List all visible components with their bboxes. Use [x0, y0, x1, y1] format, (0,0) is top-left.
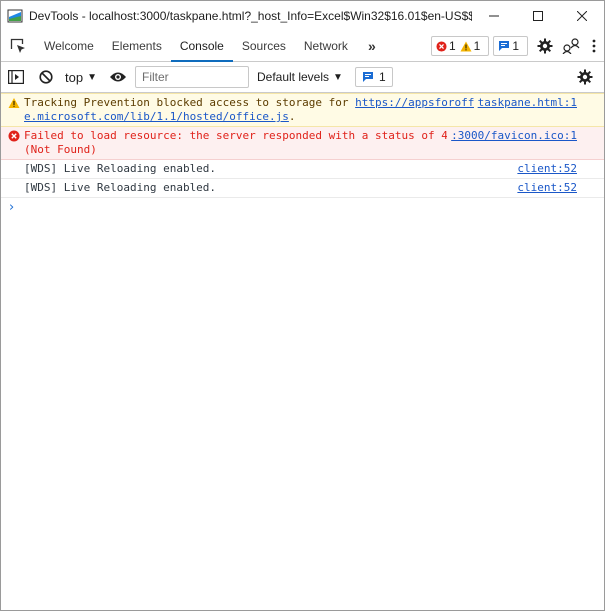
caret-down-icon: ▼: [333, 71, 343, 83]
log-text: [WDS] Live Reloading enabled.: [24, 162, 217, 175]
warning-triangle-icon: [8, 98, 20, 108]
settings-button[interactable]: [532, 33, 558, 59]
office-js-link-part2[interactable]: e.microsoft.com/lib/1.1/hosted/office.js: [24, 110, 289, 123]
warning-count: 1: [473, 39, 481, 53]
console-log-message[interactable]: [WDS] Live Reloading enabled. client:52: [1, 160, 604, 179]
more-tabs-button[interactable]: »: [357, 31, 387, 61]
inspect-icon: [10, 38, 25, 53]
message-icon: [362, 72, 373, 82]
tab-label: Sources: [241, 39, 286, 53]
console-prompt[interactable]: ›: [1, 198, 604, 216]
tab-label: Welcome: [44, 39, 94, 53]
console-log-message[interactable]: [WDS] Live Reloading enabled. client:52: [1, 179, 604, 198]
gear-icon: [577, 69, 593, 85]
console-settings-button[interactable]: [572, 64, 598, 90]
caret-down-icon: ▼: [87, 71, 97, 83]
toggle-sidebar-button[interactable]: [3, 64, 29, 90]
warning-text-after: .: [288, 110, 296, 123]
maximize-button[interactable]: [516, 1, 560, 31]
warning-text-before: Tracking Prevention blocked access to st…: [24, 96, 356, 109]
clear-console-button[interactable]: [33, 64, 59, 90]
tab-elements[interactable]: Elements: [103, 31, 171, 61]
tab-label: Elements: [111, 39, 162, 53]
error-source-link[interactable]: :3000/favicon.ico:1: [447, 129, 577, 143]
console-error-message[interactable]: Failed to load resource: the server resp…: [1, 127, 604, 160]
log-source-link[interactable]: client:52: [513, 162, 577, 176]
error-circle-icon: [8, 130, 20, 142]
sidebar-play-icon: [8, 70, 24, 84]
log-source-link[interactable]: client:52: [513, 181, 577, 195]
log-text: [WDS] Live Reloading enabled.: [24, 181, 217, 194]
tab-sources[interactable]: Sources: [233, 31, 295, 61]
tab-bar-actions: 1 1 1: [430, 31, 604, 61]
issues-message-count: 1: [378, 70, 386, 84]
vertical-ellipsis-icon: [592, 39, 596, 53]
tab-console[interactable]: Console: [170, 31, 233, 62]
double-chevron-right-icon: »: [368, 38, 376, 54]
customize-devtools-button[interactable]: [558, 33, 584, 59]
eye-icon: [109, 72, 126, 82]
context-selector[interactable]: top ▼: [61, 70, 101, 85]
gear-icon: [537, 38, 553, 54]
tab-welcome[interactable]: Welcome: [35, 31, 103, 61]
context-value: top: [65, 69, 84, 85]
console-toolbar: top ▼ Default levels ▼ 1: [1, 62, 604, 93]
title-bar[interactable]: DevTools - localhost:3000/taskpane.html?…: [1, 1, 604, 31]
office-js-link-part1[interactable]: https://appsforoffic: [355, 96, 487, 109]
devtools-window: DevTools - localhost:3000/taskpane.html?…: [0, 0, 605, 611]
tab-label: Network: [303, 39, 348, 53]
issues-message-button[interactable]: 1: [354, 67, 393, 87]
message-count: 1: [512, 39, 519, 53]
devtools-tab-bar: Welcome Elements Console Sources Network…: [1, 31, 604, 62]
tab-network[interactable]: Network: [295, 31, 357, 61]
error-circle-icon: [436, 40, 447, 52]
filter-input[interactable]: [134, 66, 249, 88]
messages-counter[interactable]: 1: [493, 36, 528, 56]
minimize-icon: [489, 15, 499, 17]
warning-triangle-icon: [460, 41, 472, 51]
console-output[interactable]: Tracking Prevention blocked access to st…: [1, 93, 604, 216]
close-icon: [577, 11, 587, 21]
close-window-button[interactable]: [560, 1, 604, 31]
more-options-button[interactable]: [584, 33, 604, 59]
log-levels-value: Default levels: [256, 70, 330, 84]
message-icon: [499, 41, 510, 51]
error-text-line1: Failed to load resource: the server resp…: [24, 129, 462, 142]
block-icon: [39, 70, 53, 84]
log-levels-dropdown[interactable]: Default levels ▼: [257, 70, 343, 84]
live-expression-button[interactable]: [105, 64, 131, 90]
issues-counter[interactable]: 1 1: [430, 36, 490, 56]
error-count: 1: [448, 39, 456, 53]
tab-label: Console: [179, 39, 224, 53]
devtools-app-icon: [7, 8, 23, 24]
connected-people-icon: [562, 38, 580, 54]
window-controls: [472, 1, 604, 31]
console-warning-message[interactable]: Tracking Prevention blocked access to st…: [1, 93, 604, 127]
prompt-chevron-icon: ›: [9, 200, 15, 215]
maximize-icon: [533, 11, 543, 21]
error-text-line2: (Not Found): [24, 143, 97, 156]
warning-source-link[interactable]: taskpane.html:1: [473, 96, 577, 110]
window-title: DevTools - localhost:3000/taskpane.html?…: [29, 9, 472, 23]
minimize-button[interactable]: [472, 1, 516, 31]
inspect-element-button[interactable]: [1, 31, 35, 61]
